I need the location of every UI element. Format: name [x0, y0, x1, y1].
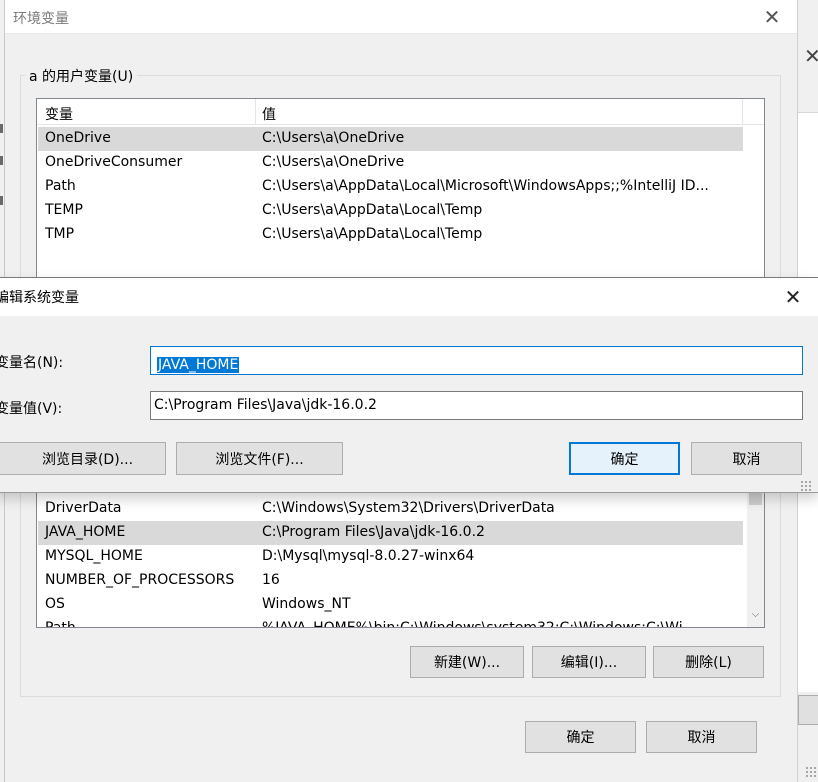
variable-name-field[interactable]: JAVA_HOME [150, 346, 803, 375]
edit-variable-button[interactable]: 编辑(I)... [532, 646, 646, 678]
user-variables-group-label: a 的用户变量(U) [25, 66, 138, 86]
edit-ok-button[interactable]: 确定 [569, 442, 680, 475]
variable-value: C:\Program Files\Java\jdk-16.0.2 [262, 524, 485, 540]
background-text-fragment [0, 124, 3, 133]
window-title: 环境变量 [13, 11, 69, 27]
cancel-button[interactable]: 取消 [646, 721, 757, 753]
resize-grip-icon[interactable] [805, 766, 817, 778]
browse-directory-button[interactable]: 浏览目录(D)... [0, 442, 166, 475]
title-bar: 编辑系统变量 ✕ [0, 278, 818, 316]
background-text-fragment [0, 196, 3, 205]
browse-file-button[interactable]: 浏览文件(F)... [176, 442, 343, 475]
variable-name: JAVA_HOME [45, 524, 126, 540]
edit-system-variable-dialog: 编辑系统变量 ✕ 变量名(N): JAVA_HOME 变量值(V): C:\Pr… [0, 277, 818, 493]
table-row[interactable]: OneDrive C:\Users\a\OneDrive [38, 127, 743, 151]
variable-name: NUMBER_OF_PROCESSORS [45, 572, 235, 588]
column-header-value[interactable]: 值 [262, 104, 276, 124]
variable-value: C:\Users\a\AppData\Local\Temp [262, 226, 483, 242]
table-row[interactable]: DriverData C:\Windows\System32\Drivers\D… [38, 497, 743, 521]
ok-button[interactable]: 确定 [525, 721, 636, 753]
table-row[interactable]: Path %JAVA_HOME%\bin;C:\Windows\system32… [38, 617, 743, 628]
column-divider[interactable] [255, 99, 256, 124]
delete-variable-button[interactable]: 删除(L) [653, 646, 764, 678]
variable-value: C:\Users\a\OneDrive [262, 130, 405, 146]
resize-grip-icon[interactable] [800, 480, 812, 492]
variable-value: C:\Users\a\OneDrive [262, 154, 405, 170]
variable-value-field[interactable]: C:\Program Files\Java\jdk-16.0.2 [150, 391, 803, 420]
variable-name: MYSQL_HOME [45, 548, 143, 564]
variable-name: Path [45, 620, 76, 628]
variable-value: C:\Windows\System32\Drivers\DriverData [262, 500, 555, 516]
title-bar: 环境变量 ✕ [5, 0, 797, 34]
field-value: C:\Program Files\Java\jdk-16.0.2 [154, 397, 377, 413]
variable-value-label: 变量值(V): [0, 401, 63, 417]
variable-value: C:\Users\a\AppData\Local\Temp [262, 202, 483, 218]
variable-name: TMP [45, 226, 75, 242]
variable-name: OneDrive [45, 130, 111, 146]
variable-value: D:\Mysql\mysql-8.0.27-winx64 [262, 548, 475, 564]
vertical-scrollbar[interactable]: ⌵ [747, 477, 764, 627]
variable-name: OS [45, 596, 65, 612]
selected-text: JAVA_HOME [157, 357, 240, 373]
dialog-title: 编辑系统变量 [0, 290, 79, 306]
table-row[interactable]: MYSQL_HOME D:\Mysql\mysql-8.0.27-winx64 [38, 545, 743, 569]
table-row[interactable]: TEMP C:\Users\a\AppData\Local\Temp [38, 199, 743, 223]
background-button [798, 695, 818, 725]
variable-name: DriverData [45, 500, 122, 516]
variable-value: Windows_NT [262, 596, 351, 612]
edit-cancel-button[interactable]: 取消 [691, 442, 802, 475]
table-row[interactable]: OneDriveConsumer C:\Users\a\OneDrive [38, 151, 743, 175]
list-header: 变量 值 [37, 99, 764, 125]
background-text-fragment [0, 156, 3, 165]
variable-name: Path [45, 178, 76, 194]
variable-value: C:\Users\a\AppData\Local\Microsoft\Windo… [262, 178, 709, 194]
table-row[interactable]: OS Windows_NT [38, 593, 743, 617]
variable-name-label: 变量名(N): [0, 355, 64, 371]
close-icon[interactable]: ✕ [757, 2, 787, 32]
close-icon[interactable]: ✕ [779, 283, 807, 311]
column-divider[interactable] [742, 99, 743, 124]
new-variable-button[interactable]: 新建(W)... [410, 646, 524, 678]
system-variables-list[interactable]: DriverData C:\Windows\System32\Drivers\D… [36, 476, 765, 628]
chevron-down-icon[interactable]: ⌵ [747, 606, 764, 623]
variable-value: 16 [262, 572, 280, 588]
close-icon[interactable]: ✕ [804, 46, 818, 66]
variable-value: %JAVA_HOME%\bin;C:\Windows\system32;C:\W… [262, 620, 696, 628]
column-header-name[interactable]: 变量 [45, 104, 73, 124]
table-row[interactable]: TMP C:\Users\a\AppData\Local\Temp [38, 223, 743, 247]
variable-name: TEMP [45, 202, 83, 218]
variable-name: OneDriveConsumer [45, 154, 183, 170]
scrollbar-thumb[interactable] [749, 491, 762, 505]
table-row[interactable]: Path C:\Users\a\AppData\Local\Microsoft\… [38, 175, 743, 199]
table-row[interactable]: NUMBER_OF_PROCESSORS 16 [38, 569, 743, 593]
user-variables-list[interactable]: 变量 值 OneDrive C:\Users\a\OneDrive OneDri… [36, 98, 765, 288]
table-row[interactable]: JAVA_HOME C:\Program Files\Java\jdk-16.0… [38, 521, 743, 545]
